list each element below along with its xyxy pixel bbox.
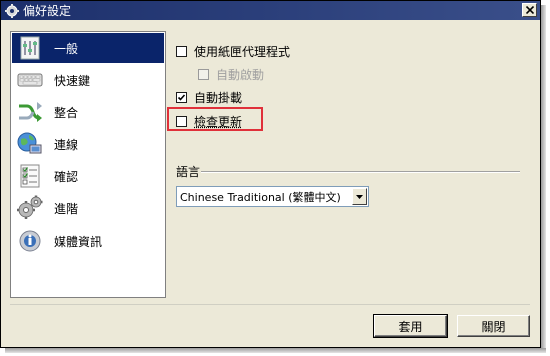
close-button[interactable]: 關閉 [457,315,530,337]
sidebar-item-media-info[interactable]: 媒體資訊 [12,226,164,256]
sidebar-item-label: 快速鍵 [54,73,91,88]
category-sidebar: 一般 快速鍵 整合 連線 確認 進階 媒體資訊 [10,31,166,298]
sidebar-item-connection[interactable]: 連線 [12,129,164,159]
auto-start-label: 自動啟動 [216,68,265,82]
sidebar-item-label: 確認 [54,169,79,184]
gears-icon [16,195,44,221]
auto-mount-option[interactable]: 自動掛載 [176,89,242,106]
sidebar-item-label: 連線 [54,137,79,152]
auto-mount-checkbox[interactable] [176,92,187,103]
language-group-divider [201,171,520,173]
sidebar-item-label: 整合 [54,105,79,120]
auto-start-option: 自動啟動 [198,66,264,83]
gear-icon [4,3,20,19]
language-select-value: Chinese Traditional (繁體中文) [180,190,341,204]
checklist-icon [16,163,44,189]
language-group-label: 語言 [176,165,201,179]
use-tray-checkbox[interactable] [176,46,187,57]
window-title: 偏好設定 [23,4,72,18]
keyboard-icon [16,67,44,93]
chevron-down-icon[interactable] [352,188,367,205]
use-tray-label: 使用紙匣代理程式 [194,45,291,59]
sidebar-item-label: 媒體資訊 [54,234,103,249]
sidebar-item-integration[interactable]: 整合 [12,97,164,127]
title-bar[interactable]: 偏好設定 [1,1,540,20]
integration-icon [16,99,44,125]
annotation-highlight-box [167,107,263,131]
general-settings-icon [16,35,44,61]
network-icon [16,131,44,157]
sidebar-item-confirm[interactable]: 確認 [12,161,164,191]
close-window-button[interactable] [522,3,537,17]
apply-button[interactable]: 套用 [373,314,448,338]
close-icon [525,6,534,14]
sidebar-item-label: 一般 [54,41,79,56]
auto-mount-label: 自動掛載 [194,91,243,105]
language-select[interactable]: Chinese Traditional (繁體中文) [176,186,369,207]
window-shadow-right [541,5,546,352]
media-info-icon [16,228,44,254]
sidebar-item-general[interactable]: 一般 [12,33,164,63]
use-tray-option[interactable]: 使用紙匣代理程式 [176,43,290,60]
auto-start-checkbox [198,69,209,80]
sidebar-item-label: 進階 [54,201,79,216]
window-shadow-bottom [5,348,546,353]
checkmark-icon [177,94,186,101]
preferences-dialog: 偏好設定 一般 快速鍵 整合 連線 確認 進階 媒體資訊 使用紙匣代理程式 自動… [0,0,541,348]
sidebar-item-advanced[interactable]: 進階 [12,193,164,223]
sidebar-item-shortcuts[interactable]: 快速鍵 [12,65,164,95]
footer-divider [10,304,530,305]
